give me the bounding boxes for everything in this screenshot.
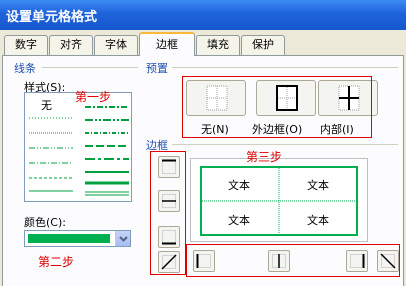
tab-label: 字体	[105, 38, 127, 51]
annotation-step-3: 第三步	[246, 150, 283, 164]
color-dropdown[interactable]	[24, 230, 131, 247]
tab-label: 数字	[15, 38, 37, 51]
window-title: 设置单元格格式	[6, 10, 98, 25]
annotation-step-2: 第二步	[38, 255, 75, 269]
line-group-title: 线条	[14, 62, 36, 75]
title-bar[interactable]: 设置单元格格式	[0, 0, 406, 30]
preview-borders	[200, 166, 358, 236]
tab-label: 边框	[156, 38, 178, 51]
preview-cell-text: 文本	[228, 179, 250, 192]
tab-protection[interactable]: 保护	[241, 35, 285, 55]
tab-alignment[interactable]: 对齐	[49, 35, 93, 55]
tab-label: 填充	[207, 38, 229, 51]
tab-number[interactable]: 数字	[4, 35, 48, 55]
chevron-down-icon	[119, 236, 128, 242]
group-divider	[172, 67, 398, 68]
color-label: 颜色(C):	[24, 216, 66, 229]
line-style-samples	[29, 106, 129, 196]
tab-fill[interactable]: 填充	[196, 35, 240, 55]
color-swatch	[28, 234, 110, 243]
annotation-box-presets	[182, 76, 372, 138]
group-divider	[172, 144, 398, 145]
border-preview[interactable]: 文本 文本 文本 文本	[190, 158, 368, 242]
preview-cell-text: 文本	[307, 214, 329, 227]
preset-group-title: 预置	[146, 62, 168, 75]
tab-font[interactable]: 字体	[94, 35, 138, 55]
annotation-box-horizontal-buttons	[186, 244, 400, 277]
preview-cell-text: 文本	[307, 179, 329, 192]
line-style-list[interactable]: 无	[24, 92, 132, 202]
tab-border[interactable]: 边框	[139, 32, 195, 56]
annotation-box-vertical-buttons	[150, 151, 186, 275]
tab-label: 对齐	[60, 38, 82, 51]
tab-label: 保护	[252, 38, 274, 51]
preview-cell-text: 文本	[228, 214, 250, 227]
annotation-step-1: 第一步	[75, 90, 112, 104]
dropdown-button[interactable]	[115, 231, 130, 246]
group-divider	[42, 67, 138, 68]
